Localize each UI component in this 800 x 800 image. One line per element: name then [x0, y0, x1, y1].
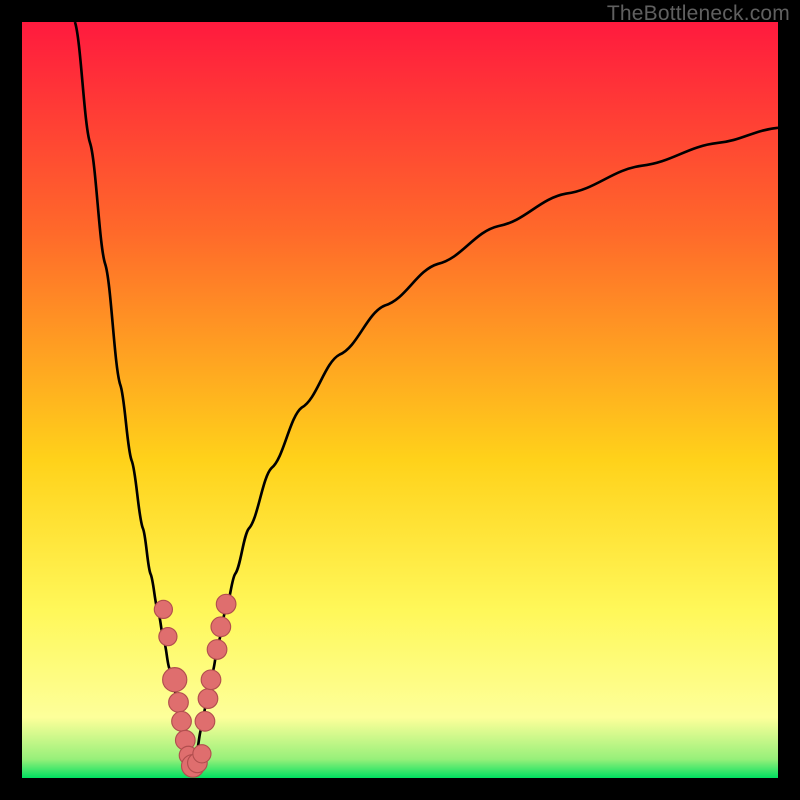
watermark-text: TheBottleneck.com	[607, 2, 790, 26]
data-dot	[201, 670, 221, 690]
data-dot	[163, 668, 187, 692]
data-dot	[172, 711, 192, 731]
data-dot	[198, 689, 218, 709]
data-dots	[154, 594, 236, 777]
data-dot	[193, 745, 211, 763]
data-dot	[154, 600, 172, 618]
data-dot	[169, 693, 189, 713]
data-dot	[207, 640, 227, 660]
curve-left	[75, 22, 193, 766]
chart-frame: TheBottleneck.com	[0, 0, 800, 800]
curve-right	[193, 128, 778, 766]
data-dot	[195, 711, 215, 731]
curve-layer	[22, 22, 778, 778]
data-dot	[159, 628, 177, 646]
plot-area	[22, 22, 778, 778]
data-dot	[211, 617, 231, 637]
data-dot	[216, 594, 236, 614]
